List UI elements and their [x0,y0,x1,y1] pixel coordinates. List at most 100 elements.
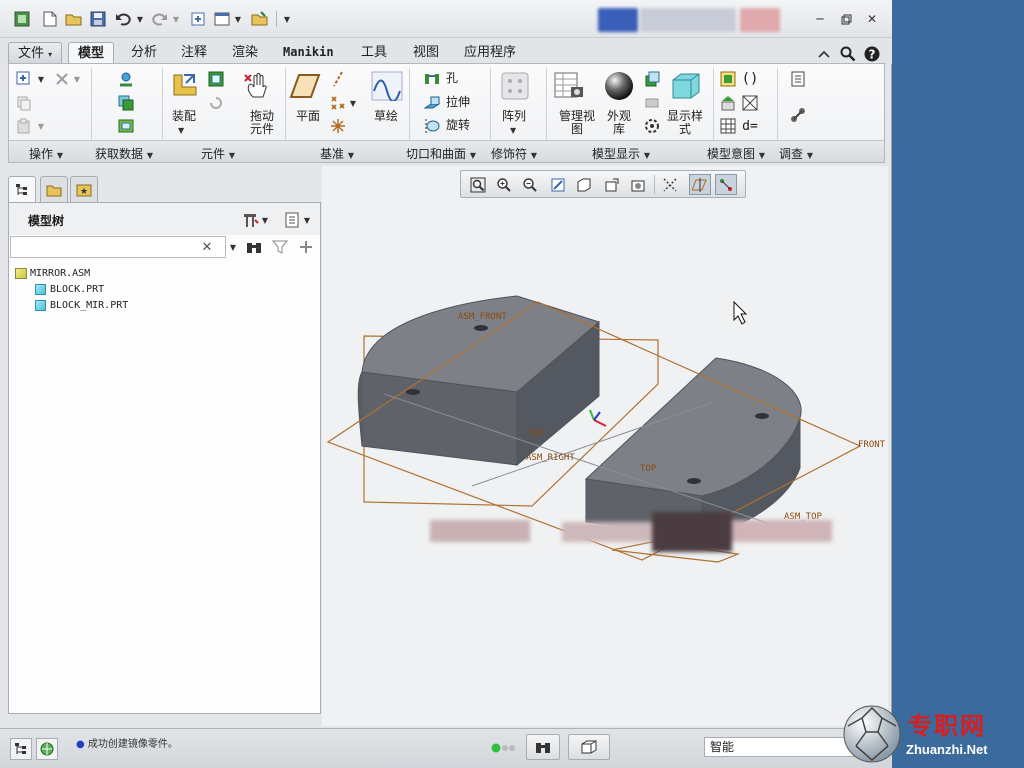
app-logo-icon[interactable] [12,9,32,29]
repeat-icon[interactable] [205,92,227,114]
navigator-toggle-icon[interactable] [10,738,32,760]
close-window-icon[interactable] [250,9,270,29]
display-style-label[interactable]: 显示样 式 [667,110,703,136]
group-model-display[interactable]: 模型显示 ▼ [592,145,650,162]
settings-icon[interactable] [239,209,261,231]
selection-filter-dropdown[interactable]: 智能 [704,737,854,757]
redo-icon[interactable] [150,9,170,29]
zoom-in-icon[interactable] [493,174,515,195]
tree-item-part[interactable]: BLOCK_MIR.PRT [15,297,128,313]
hole-label[interactable]: 孔 [446,72,458,85]
maximize-icon[interactable] [838,11,854,27]
copy-geometry-icon[interactable] [115,92,137,114]
perspective-icon[interactable] [659,174,681,195]
refit-icon[interactable] [467,174,489,195]
create-component-icon[interactable] [205,68,227,90]
windows-dropdown-icon[interactable]: ▼ [232,9,244,29]
coordinate-system-icon[interactable] [327,115,349,137]
parameters-icon[interactable]: d= [739,115,761,137]
group-datum[interactable]: 基准 ▼ [320,145,354,162]
tab-view[interactable]: 视图 [404,42,448,64]
group-cut-and-surface[interactable]: 切口和曲面 ▼ [406,145,476,162]
pattern-dropdown-icon[interactable]: ▼ [510,123,516,137]
relations-icon[interactable]: () [739,68,761,90]
tree-item-part[interactable]: BLOCK.PRT [15,281,128,297]
saved-orientation-view-icon[interactable] [601,174,623,195]
regenerate-icon[interactable] [188,9,208,29]
find-button[interactable] [526,734,560,760]
assemble-label[interactable]: 装配 [172,110,196,123]
undo-icon[interactable] [113,9,133,29]
customize-icon[interactable]: ▼ [280,9,294,29]
regenerate-ribbon-icon[interactable] [13,68,35,90]
shrinkwrap-icon[interactable] [115,115,137,137]
revolve-icon[interactable] [421,115,443,137]
open-icon[interactable] [64,9,84,29]
copy-icon[interactable] [13,92,35,114]
close-icon[interactable]: ✕ [864,11,880,27]
tab-model[interactable]: 模型 [68,42,115,64]
folder-browser-tab[interactable] [40,176,68,202]
regenerate-dropdown-icon[interactable]: ▼ [35,68,47,90]
family-table-icon[interactable] [717,92,739,114]
extrude-icon[interactable] [421,92,443,114]
manage-views-label[interactable]: 管理视 图 [559,110,595,136]
show-dropdown-icon[interactable]: ▼ [301,209,313,231]
point-icon[interactable] [327,92,349,114]
search-dropdown-icon[interactable]: ▼ [227,237,239,257]
delete-dropdown-icon[interactable]: ▼ [71,68,83,90]
saved-orientations-icon[interactable] [641,68,663,90]
plane-icon[interactable] [289,70,321,102]
group-operations[interactable]: 操作 ▼ [29,145,63,162]
display-style-view-icon[interactable] [573,174,595,195]
model-player-icon[interactable] [787,68,809,90]
appearance-gallery-icon[interactable] [603,70,635,102]
group-model-intent[interactable]: 模型意图 ▼ [707,145,765,162]
appearance-gallery-label[interactable]: 外观 库 [607,110,631,136]
revolve-label[interactable]: 旋转 [446,119,470,132]
reference-viewer-icon[interactable] [787,104,809,126]
tab-tools[interactable]: 工具 [352,42,396,64]
axis-display-icon[interactable] [715,174,737,195]
paste-dropdown-icon[interactable]: ▼ [35,115,47,137]
tab-file[interactable]: 文件 ▾ [8,42,63,64]
graphics-window[interactable]: ASM_FRONT TOP ASM_RIGHT TOP FRONT ASM_TO… [322,166,888,726]
extrude-label[interactable]: 拉伸 [446,96,470,109]
group-component[interactable]: 元件 ▼ [201,145,235,162]
search-icon[interactable] [840,46,856,62]
new-icon[interactable] [40,9,60,29]
view-manager-icon[interactable] [627,174,649,195]
drag-components-label[interactable]: 拖动 元件 [250,110,274,136]
drag-components-icon[interactable] [242,70,274,102]
point-dropdown-icon[interactable]: ▼ [347,92,359,114]
axis-icon[interactable] [327,68,349,90]
selection-box-button[interactable] [568,734,610,760]
help-icon[interactable]: ? [864,46,880,62]
redo-dropdown-icon[interactable]: ▼ [170,9,182,29]
undo-dropdown-icon[interactable]: ▼ [134,9,146,29]
user-defined-feature-icon[interactable] [115,68,137,90]
tab-manikin[interactable]: Manikin [274,42,343,64]
tab-analysis[interactable]: 分析 [122,42,166,64]
plane-label[interactable]: 平面 [296,110,320,123]
minimize-ribbon-icon[interactable] [816,46,832,62]
zoom-out-icon[interactable] [519,174,541,195]
assemble-dropdown-icon[interactable]: ▼ [178,123,184,137]
tree-item-assembly[interactable]: MIRROR.ASM [15,265,128,281]
display-settings-icon[interactable] [641,115,663,137]
minimize-icon[interactable]: ─ [812,11,828,27]
hole-icon[interactable] [421,68,443,90]
coordinate-system-icon[interactable] [589,409,607,427]
tab-applications[interactable]: 应用程序 [455,42,525,64]
model-tree-search-input[interactable] [10,236,226,258]
publish-geometry-icon[interactable] [717,68,739,90]
paste-icon[interactable] [13,115,35,137]
tab-render[interactable]: 渲染 [223,42,267,64]
repaint-icon[interactable] [547,174,569,195]
delete-icon[interactable] [51,68,73,90]
table-icon[interactable] [717,115,739,137]
model-tree-tab[interactable] [8,176,36,202]
browser-toggle-icon[interactable] [36,738,58,760]
settings-dropdown-icon[interactable]: ▼ [259,209,271,231]
assemble-icon[interactable] [169,70,201,102]
